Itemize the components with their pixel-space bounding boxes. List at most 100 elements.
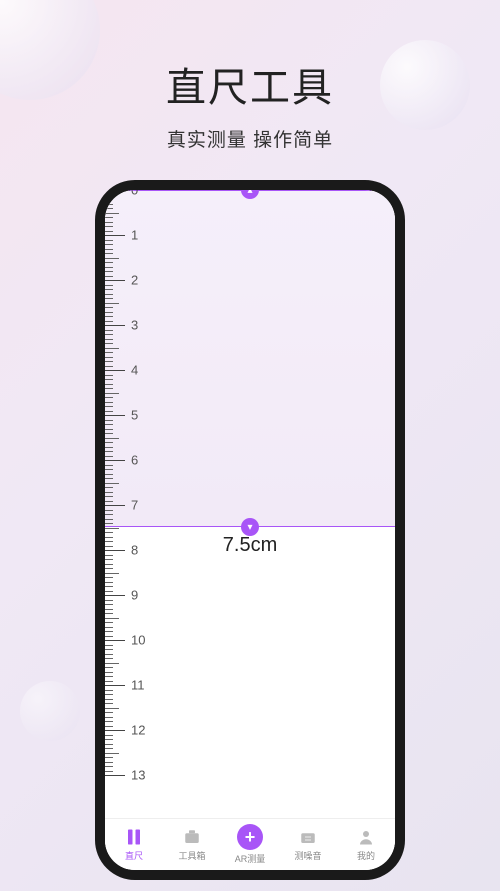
ruler-tick [105,298,113,299]
ruler-tick [105,343,113,344]
ruler-tick [105,294,113,295]
ruler-tick [105,613,113,614]
ruler-screen[interactable]: ▴ ▾ 7.5cm 012345678910111213 直尺 工具箱 + AR… [105,190,395,870]
page-subtitle: 真实测量 操作简单 [0,125,500,152]
ruler-tick [105,307,113,308]
nav-ruler[interactable]: 直尺 [105,819,163,870]
ruler-tick [105,501,113,502]
ruler-tick [105,667,113,668]
ruler-tick [105,775,125,776]
nav-ar[interactable]: + AR测量 [221,819,279,870]
ruler-tick [105,433,113,434]
ruler-tick [105,685,125,686]
ruler-tick [105,690,113,691]
ruler-tick [105,357,113,358]
ruler-tick [105,199,113,200]
ruler-tick [105,253,113,254]
ruler-tick [105,397,113,398]
ruler-tick-label: 0 [131,183,138,198]
user-icon [356,827,376,847]
ruler-tick [105,568,113,569]
ruler-tick [105,564,113,565]
ruler-tick [105,528,119,529]
measurement-value: 7.5cm [223,534,277,557]
nav-noise[interactable]: 测噪音 [279,819,337,870]
ruler-tick [105,591,113,592]
ruler-tick [105,541,113,542]
ruler-tick-label: 9 [131,588,138,603]
ruler-tick [105,762,113,763]
ruler-tick [105,604,113,605]
ruler-tick [105,442,113,443]
ruler-tick [105,478,113,479]
ruler-tick [105,379,113,380]
ruler-tick [105,744,113,745]
nav-mine[interactable]: 我的 [337,819,395,870]
ruler-tick [105,465,113,466]
ruler-tick [105,631,113,632]
ruler-tick [105,348,119,349]
ruler-tick-label: 5 [131,408,138,423]
ruler-tick [105,532,113,533]
nav-label: 直尺 [125,849,143,862]
ruler-tick [105,366,113,367]
ruler-handle-bottom[interactable]: ▾ [241,518,259,536]
ruler-tick [105,190,125,191]
ruler-tick [105,438,119,439]
ruler-tick [105,496,113,497]
ruler-tick [105,514,113,515]
ruler-tick-label: 2 [131,273,138,288]
ruler-tick [105,636,113,637]
ruler-tick [105,312,113,313]
ruler-tick-label: 12 [131,723,145,738]
page-title: 直尺工具 [0,55,500,113]
ruler-tick [105,577,113,578]
ruler-tick [105,285,113,286]
ruler-tick [105,384,113,385]
ruler-tick [105,550,125,551]
ruler-tick [105,546,113,547]
ruler-tick [105,523,113,524]
ruler-tick [105,325,125,326]
ruler-tick [105,600,113,601]
sound-icon [298,827,318,847]
ruler-tick [105,663,119,664]
ruler-tick-label: 13 [131,768,145,783]
nav-label: 测噪音 [294,849,321,862]
ruler-tick [105,420,113,421]
ruler-tick [105,258,119,259]
ruler-tick [105,586,113,587]
ruler-tick [105,411,113,412]
ruler-tick-label: 4 [131,363,138,378]
chevron-down-icon: ▾ [247,522,252,533]
ruler-tick [105,699,113,700]
ruler-tick [105,573,119,574]
ruler-tick [105,649,113,650]
nav-label: 工具箱 [178,849,205,862]
ruler-tick [105,375,113,376]
ruler-tick [105,622,113,623]
ruler-tick [105,231,113,232]
ruler-tick [105,658,113,659]
ruler-tick [105,451,113,452]
ruler-tick [105,244,113,245]
nav-toolbox[interactable]: 工具箱 [163,819,221,870]
ruler-tick [105,505,125,506]
ruler-tick-label: 8 [131,543,138,558]
ruler-tick-label: 6 [131,453,138,468]
ruler-tick [105,681,113,682]
ruler-tick [105,402,113,403]
header: 直尺工具 真实测量 操作简单 [0,0,500,152]
ruler-tick [105,708,119,709]
ruler-tick [105,276,113,277]
ruler-tick [105,717,113,718]
ruler-tick [105,424,113,425]
nav-label: 我的 [357,849,375,862]
ruler-handle-top[interactable]: ▴ [241,181,259,199]
ruler-tick [105,753,119,754]
ruler-tick [105,352,113,353]
ruler-tick [105,303,119,304]
ruler-tick [105,735,113,736]
phone-mockup: ▴ ▾ 7.5cm 012345678910111213 直尺 工具箱 + AR… [95,180,405,880]
ruler-tick [105,235,125,236]
